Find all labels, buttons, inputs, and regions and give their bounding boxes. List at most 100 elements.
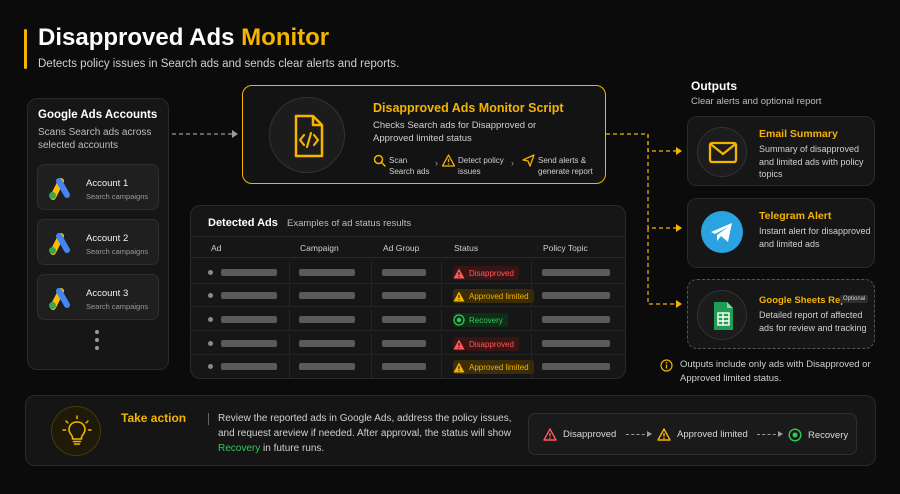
send-icon <box>522 154 535 167</box>
campaign-placeholder <box>299 292 355 299</box>
google-ads-icon <box>49 288 70 310</box>
campaign-placeholder <box>299 340 355 347</box>
row-bullet <box>208 293 213 298</box>
table-header-row: Ad Campaign Ad Group Status Policy Topic <box>191 236 625 258</box>
arrowhead-email <box>676 147 682 155</box>
flow-label: Approved limited <box>677 429 748 440</box>
take-action-title: Take action <box>121 411 187 425</box>
script-title: Disapproved Ads Monitor Script <box>373 101 564 115</box>
account-name: Account 3 <box>86 288 129 299</box>
arrowhead-telegram <box>676 224 682 232</box>
campaign-placeholder <box>299 269 355 276</box>
table-row[interactable]: Approved limited <box>191 285 625 307</box>
policy-topic-placeholder <box>542 316 610 323</box>
detected-ads-table: Detected Ads Examples of ad status resul… <box>190 205 626 379</box>
table-row[interactable]: Disapproved <box>191 333 625 355</box>
take-action-banner: Take action Review the reported ads in G… <box>25 395 876 466</box>
status-label: Disapproved <box>469 268 514 278</box>
ad-group-placeholder <box>382 363 426 370</box>
ad-group-placeholder <box>382 316 426 323</box>
row-bullet <box>208 341 213 346</box>
output-google-sheets-report[interactable]: Google Sheets Report Optional Detailed r… <box>687 279 875 349</box>
accounts-description: Scans Search ads across selected account… <box>38 127 152 151</box>
column-header-policy-topic: Policy Topic <box>543 243 588 253</box>
output-name: Email Summary <box>759 128 838 140</box>
output-email-summary[interactable]: Email Summary Summary of disapproved and… <box>687 116 875 186</box>
ad-placeholder <box>221 363 277 370</box>
error-icon <box>543 428 557 441</box>
sheets-icon <box>714 302 733 330</box>
connector-script-to-sheets <box>647 228 676 305</box>
outputs-note-text: Outputs include only ads with Disapprove… <box>680 359 871 384</box>
step-chevron-icon: › <box>435 158 438 168</box>
table-subtitle: Examples of ad status results <box>287 218 412 229</box>
telegram-icon <box>711 223 732 242</box>
status-badge-recovery: Recovery <box>453 313 508 327</box>
step-send-line1: Send alerts & <box>538 156 587 165</box>
campaign-placeholder <box>299 363 355 370</box>
flow-disapproved: Disapproved <box>543 428 616 441</box>
status-flow: Disapproved Approved limited Recovery <box>528 413 857 455</box>
step-scan-line2: Search ads <box>389 167 430 176</box>
flow-limited: Approved limited <box>657 428 748 441</box>
column-header-ad: Ad <box>211 243 222 253</box>
status-badge-disapproved: Disapproved <box>453 337 519 351</box>
account-name: Account 2 <box>86 233 129 244</box>
account-item[interactable]: Account 2 Search campaigns <box>37 219 159 265</box>
status-badge-disapproved: Disapproved <box>453 266 519 280</box>
ad-placeholder <box>221 316 277 323</box>
recovery-icon <box>788 428 802 442</box>
warning-icon <box>453 291 465 301</box>
arrowhead-sheets <box>676 300 682 308</box>
status-label: Recovery <box>469 315 503 325</box>
account-sub: Search campaigns <box>86 192 149 201</box>
recovery-icon <box>453 314 465 326</box>
step-chevron-icon: › <box>511 158 514 168</box>
row-bullet <box>208 364 213 369</box>
status-label: Approved limited <box>469 362 529 372</box>
sheets-icon-circle <box>697 290 747 340</box>
arrowhead-script <box>232 130 238 138</box>
step-detect-line2: issues <box>458 167 481 176</box>
column-header-campaign: Campaign <box>300 243 339 253</box>
table-row[interactable]: Disapproved <box>191 262 625 284</box>
row-bullet <box>208 270 213 275</box>
flow-arrow-icon <box>626 431 652 437</box>
step-detect-line1: Detect policy <box>458 156 504 165</box>
status-label: Approved limited <box>469 291 529 301</box>
row-bullet <box>208 317 213 322</box>
output-description: Detailed report of affected ads for revi… <box>759 310 867 333</box>
table-row[interactable]: Recovery <box>191 309 625 331</box>
google-ads-icon <box>49 233 70 255</box>
ad-placeholder <box>221 292 277 299</box>
script-description: Checks Search ads for Disapproved or App… <box>373 120 537 144</box>
search-icon <box>373 154 386 167</box>
accounts-title: Google Ads Accounts <box>38 109 158 121</box>
step-send-line2: generate report <box>538 167 593 176</box>
mail-icon <box>708 141 738 164</box>
take-action-text: Review the reported ads in Google Ads, a… <box>208 411 528 456</box>
output-description: Summary of disapproved and limited ads w… <box>759 144 864 179</box>
account-sub: Search campaigns <box>86 302 149 311</box>
google-ads-icon <box>49 178 70 200</box>
policy-topic-placeholder <box>542 363 610 370</box>
status-label: Disapproved <box>469 339 514 349</box>
script-icon-circle <box>269 97 345 173</box>
take-action-text-end: in future runs. <box>263 443 325 454</box>
column-header-ad-group: Ad Group <box>383 243 420 253</box>
step-scan-line1: Scan <box>389 156 408 165</box>
take-action-text-main: Review the reported ads in Google Ads, a… <box>218 413 512 439</box>
optional-badge: Optional <box>840 295 869 303</box>
account-item[interactable]: Account 1 Search campaigns <box>37 164 159 210</box>
error-icon <box>453 339 465 349</box>
policy-topic-placeholder <box>542 269 610 276</box>
flow-label: Recovery <box>808 429 849 441</box>
output-telegram-alert[interactable]: Telegram Alert Instant alert for disappr… <box>687 198 875 268</box>
ad-group-placeholder <box>382 269 426 276</box>
status-badge-limited: Approved limited <box>453 360 534 374</box>
account-item[interactable]: Account 3 Search campaigns <box>37 274 159 320</box>
table-row[interactable]: Approved limited <box>191 356 625 378</box>
connector-script-to-telegram <box>647 134 676 229</box>
telegram-icon-circle <box>701 211 743 253</box>
table-title: Detected Ads <box>208 217 278 229</box>
